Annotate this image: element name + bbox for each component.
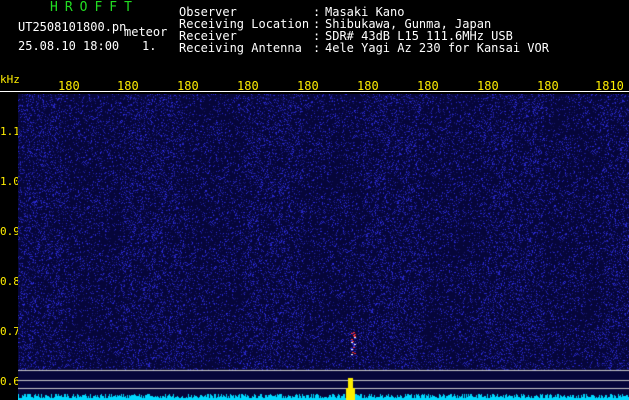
y-tick: 0.9 (0, 225, 20, 238)
file-name: UT2508101800.pn (18, 20, 127, 34)
antenna-value: 4ele Yagi Az 230 for Kansai VOR (325, 41, 549, 55)
y-tick: 1.0 (0, 175, 20, 188)
meteor-label: meteor (124, 25, 168, 39)
datetime-label: 25.08.10 18:00 (18, 39, 120, 53)
header-panel: HROFFT UT2508101800.pn meteor 25.08.10 1… (0, 0, 629, 78)
y-tick: 1.1 (0, 125, 20, 138)
spectrogram-canvas (18, 94, 629, 400)
y-tick: 0.6 (0, 375, 20, 388)
antenna-label: Receiving Antenna (179, 41, 302, 55)
index-label: 1. (142, 39, 157, 53)
colon: : (313, 41, 321, 55)
y-tick: 0.8 (0, 275, 20, 288)
y-unit-label: kHz (0, 73, 20, 86)
y-tick: 0.7 (0, 325, 20, 338)
scale-rule (0, 91, 629, 92)
app-title: HROFFT (50, 0, 139, 15)
